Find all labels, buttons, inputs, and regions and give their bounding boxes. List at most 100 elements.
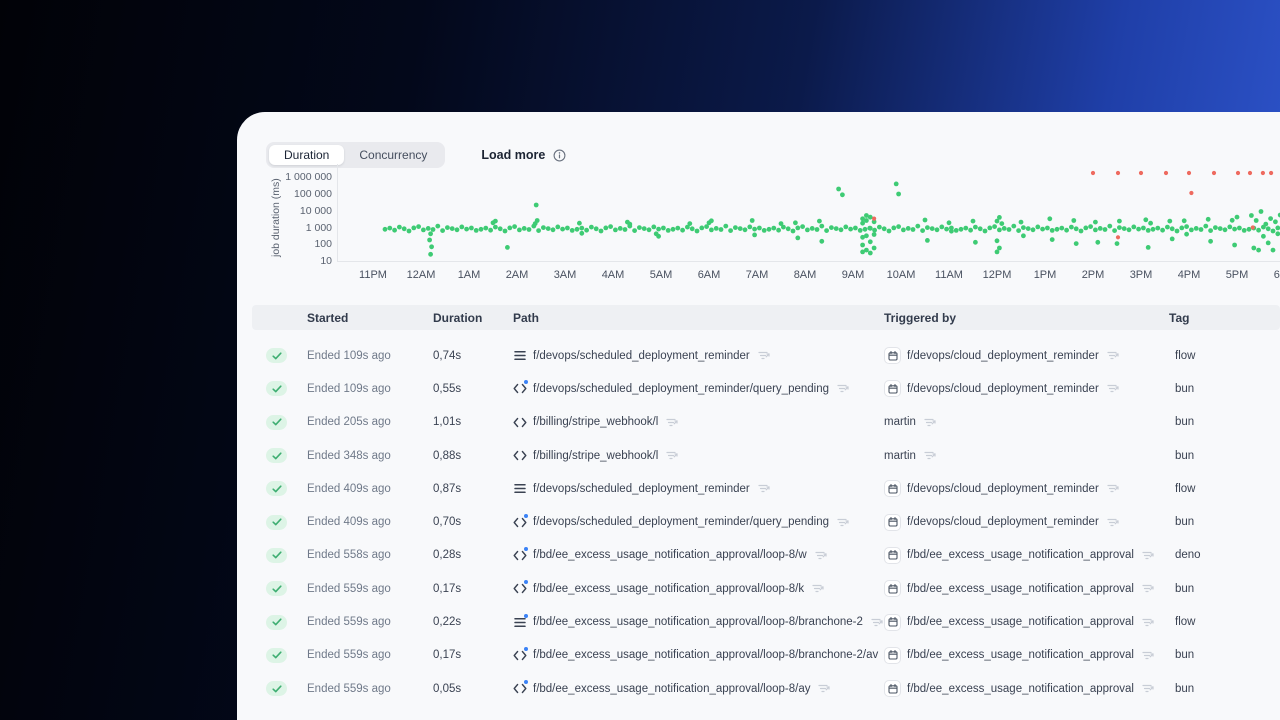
succeeded-jobs-point[interactable] bbox=[425, 226, 431, 231]
succeeded-jobs-point[interactable] bbox=[795, 225, 801, 231]
job-path-link[interactable]: f/billing/stripe_webhook/l bbox=[533, 416, 658, 428]
failed-jobs-point[interactable] bbox=[1189, 190, 1194, 196]
succeeded-jobs-point[interactable] bbox=[1078, 228, 1084, 234]
job-path-link[interactable]: f/devops/scheduled_deployment_reminder/q… bbox=[533, 516, 829, 528]
succeeded-jobs-point[interactable] bbox=[1203, 223, 1209, 229]
failed-jobs-point[interactable] bbox=[1250, 225, 1255, 230]
succeeded-jobs-point[interactable] bbox=[1083, 225, 1089, 231]
succeeded-jobs-point[interactable] bbox=[728, 228, 733, 233]
succeeded-jobs-point[interactable] bbox=[836, 186, 841, 192]
succeeded-jobs-point[interactable] bbox=[814, 227, 820, 232]
succeeded-jobs-point[interactable] bbox=[661, 225, 666, 231]
succeeded-jobs-point[interactable] bbox=[1121, 226, 1127, 231]
trigger-link[interactable]: f/bd/ee_excess_usage_notification_approv… bbox=[907, 549, 1134, 561]
filter-icon[interactable] bbox=[815, 550, 827, 561]
succeeded-jobs-point[interactable] bbox=[1148, 220, 1153, 226]
succeeded-jobs-point[interactable] bbox=[1045, 225, 1050, 231]
succeeded-jobs-point[interactable] bbox=[574, 226, 580, 232]
info-icon[interactable] bbox=[553, 149, 566, 162]
succeeded-jobs-point[interactable] bbox=[569, 228, 575, 233]
succeeded-jobs-point[interactable] bbox=[1251, 245, 1257, 251]
table-row[interactable]: Ended 558s ago 0,28s f/bd/ee_excess_usag… bbox=[237, 539, 1280, 572]
succeeded-jobs-point[interactable] bbox=[473, 228, 479, 233]
succeeded-jobs-point[interactable] bbox=[778, 221, 784, 226]
succeeded-jobs-point[interactable] bbox=[872, 227, 877, 233]
col-started[interactable]: Started bbox=[307, 311, 433, 325]
filter-icon[interactable] bbox=[1142, 550, 1154, 561]
succeeded-jobs-point[interactable] bbox=[1256, 247, 1261, 253]
succeeded-jobs-point[interactable] bbox=[1001, 226, 1007, 231]
succeeded-jobs-point[interactable] bbox=[1064, 227, 1069, 233]
succeeded-jobs-point[interactable] bbox=[1006, 227, 1012, 232]
succeeded-jobs-point[interactable] bbox=[1016, 228, 1021, 233]
succeeded-jobs-point[interactable] bbox=[795, 235, 801, 241]
failed-jobs-point[interactable] bbox=[1247, 170, 1253, 176]
succeeded-jobs-point[interactable] bbox=[1275, 231, 1280, 237]
table-row[interactable]: Ended 109s ago 0,55s f/devops/scheduled_… bbox=[237, 372, 1280, 405]
succeeded-jobs-point[interactable] bbox=[910, 227, 916, 232]
succeeded-jobs-point[interactable] bbox=[1071, 218, 1077, 223]
succeeded-jobs-point[interactable] bbox=[790, 228, 796, 234]
succeeded-jobs-point[interactable] bbox=[1169, 236, 1175, 242]
succeeded-jobs-point[interactable] bbox=[613, 227, 618, 233]
succeeded-jobs-point[interactable] bbox=[718, 227, 724, 232]
succeeded-jobs-point[interactable] bbox=[1021, 225, 1026, 230]
succeeded-jobs-point[interactable] bbox=[860, 242, 865, 248]
succeeded-jobs-point[interactable] bbox=[1143, 217, 1149, 223]
filter-icon[interactable] bbox=[1142, 583, 1154, 594]
filter-icon[interactable] bbox=[1142, 650, 1154, 661]
succeeded-jobs-point[interactable] bbox=[512, 224, 517, 229]
succeeded-jobs-point[interactable] bbox=[891, 225, 897, 231]
succeeded-jobs-point[interactable] bbox=[1160, 227, 1165, 233]
succeeded-jobs-point[interactable] bbox=[771, 225, 777, 231]
succeeded-jobs-point[interactable] bbox=[992, 224, 997, 229]
table-row[interactable]: Ended 559s ago 0,17s f/bd/ee_excess_usag… bbox=[237, 572, 1280, 605]
succeeded-jobs-point[interactable] bbox=[949, 228, 954, 234]
succeeded-jobs-point[interactable] bbox=[939, 224, 945, 230]
succeeded-jobs-point[interactable] bbox=[622, 227, 628, 232]
succeeded-jobs-point[interactable] bbox=[1145, 245, 1151, 250]
succeeded-jobs-point[interactable] bbox=[555, 224, 561, 230]
failed-jobs-point[interactable] bbox=[1186, 170, 1192, 176]
table-row[interactable]: Ended 559s ago 0,22s f/bd/ee_excess_usag… bbox=[237, 605, 1280, 638]
succeeded-jobs-point[interactable] bbox=[1237, 225, 1242, 231]
succeeded-jobs-point[interactable] bbox=[589, 224, 594, 230]
succeeded-jobs-point[interactable] bbox=[1155, 225, 1161, 231]
succeeded-jobs-point[interactable] bbox=[469, 225, 474, 231]
succeeded-jobs-point[interactable] bbox=[1265, 226, 1271, 232]
failed-jobs-point[interactable] bbox=[1211, 170, 1217, 176]
succeeded-jobs-point[interactable] bbox=[694, 228, 700, 234]
succeeded-jobs-point[interactable] bbox=[1213, 225, 1218, 230]
col-path[interactable]: Path bbox=[513, 311, 884, 325]
succeeded-jobs-point[interactable] bbox=[1011, 223, 1017, 229]
succeeded-jobs-point[interactable] bbox=[1256, 227, 1261, 233]
trigger-link[interactable]: martin bbox=[884, 450, 916, 462]
succeeded-jobs-point[interactable] bbox=[1229, 217, 1235, 223]
filter-icon[interactable] bbox=[924, 450, 936, 461]
succeeded-jobs-point[interactable] bbox=[1117, 225, 1122, 230]
succeeded-jobs-point[interactable] bbox=[838, 227, 844, 233]
succeeded-jobs-point[interactable] bbox=[766, 226, 772, 232]
succeeded-jobs-point[interactable] bbox=[656, 226, 661, 232]
succeeded-jobs-point[interactable] bbox=[977, 226, 983, 232]
succeeded-jobs-point[interactable] bbox=[1184, 224, 1189, 229]
failed-jobs-point[interactable] bbox=[1260, 170, 1265, 176]
succeeded-jobs-point[interactable] bbox=[1189, 227, 1194, 233]
filter-icon[interactable] bbox=[924, 417, 936, 428]
table-row[interactable]: Ended 109s ago 0,74s f/devops/scheduled_… bbox=[237, 339, 1280, 372]
succeeded-jobs-point[interactable] bbox=[997, 227, 1002, 233]
job-path-link[interactable]: f/bd/ee_excess_usage_notification_approv… bbox=[533, 683, 810, 695]
succeeded-jobs-point[interactable] bbox=[1249, 213, 1254, 218]
succeeded-jobs-point[interactable] bbox=[973, 224, 978, 230]
succeeded-jobs-point[interactable] bbox=[1049, 237, 1055, 242]
succeeded-jobs-point[interactable] bbox=[819, 223, 825, 229]
succeeded-jobs-point[interactable] bbox=[1181, 218, 1187, 224]
succeeded-jobs-point[interactable] bbox=[761, 228, 767, 233]
succeeded-jobs-point[interactable] bbox=[1205, 216, 1211, 222]
col-tag[interactable]: Tag bbox=[1169, 311, 1280, 325]
succeeded-jobs-point[interactable] bbox=[534, 218, 540, 223]
succeeded-jobs-point[interactable] bbox=[1131, 224, 1137, 230]
succeeded-jobs-point[interactable] bbox=[1097, 226, 1103, 231]
succeeded-jobs-point[interactable] bbox=[1073, 241, 1079, 246]
succeeded-jobs-point[interactable] bbox=[747, 224, 753, 230]
